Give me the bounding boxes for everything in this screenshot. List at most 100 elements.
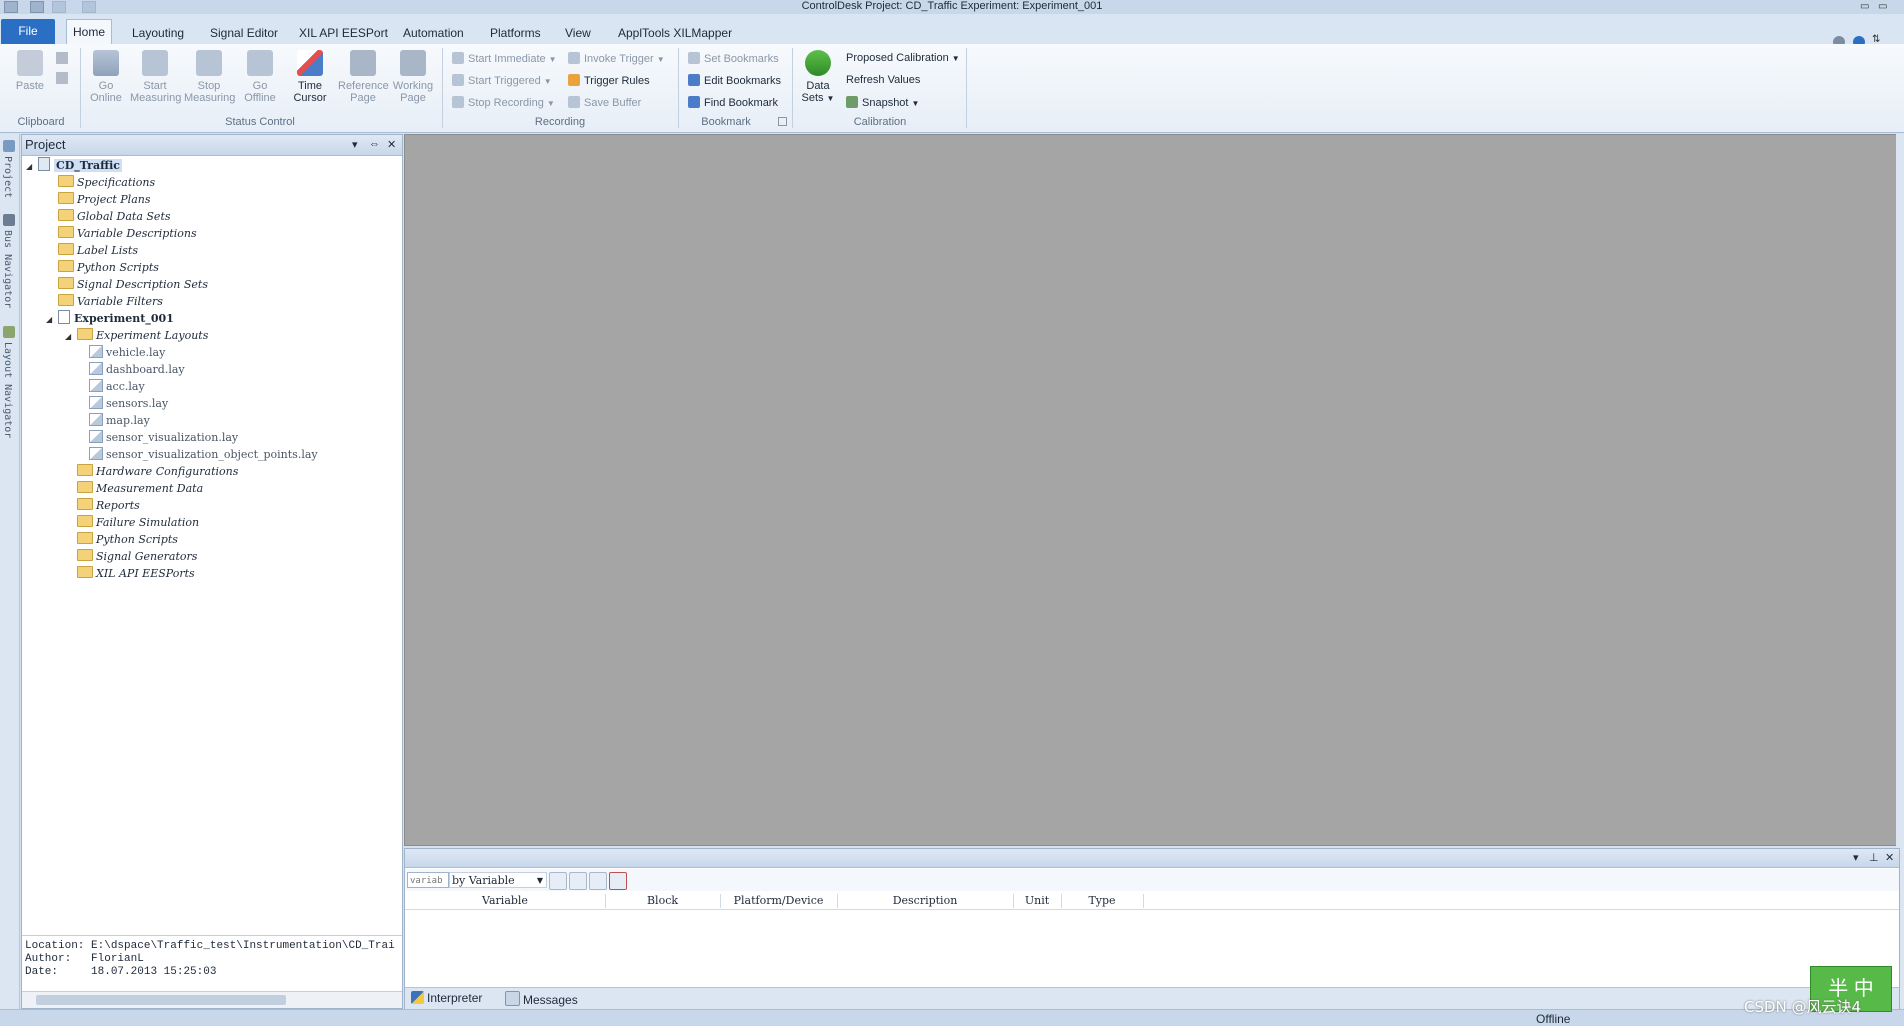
tree-item-folder[interactable]: Variable Descriptions	[22, 225, 402, 242]
folder-icon	[77, 481, 93, 493]
pin-icon[interactable]: ⊥	[1869, 851, 1879, 864]
tab-layouting[interactable]: Layouting	[126, 22, 190, 44]
data-sets-button[interactable]: Data Sets ▼	[798, 50, 838, 105]
tree-item-folder[interactable]: Reports	[22, 497, 402, 514]
time-cursor-button[interactable]: Time Cursor	[288, 50, 332, 104]
collapse-icon[interactable]: ◢	[65, 328, 73, 345]
tree-item-folder[interactable]: Global Data Sets	[22, 208, 402, 225]
tree-item-folder[interactable]: Signal Generators	[22, 548, 402, 565]
tree-root[interactable]: ◢ CD_Traffic	[22, 157, 402, 174]
tree-item-layout[interactable]: map.lay	[22, 412, 402, 429]
dropdown-icon[interactable]: ▾	[1853, 851, 1859, 864]
filter-mode-select[interactable]: by Variable ▼	[449, 872, 547, 888]
start-measuring-button[interactable]: Start Measuring	[130, 50, 181, 104]
maximize-icon[interactable]: ▭	[1878, 1, 1887, 12]
column-header[interactable]: Unit	[1013, 894, 1062, 908]
start-triggered-button[interactable]: Start Triggered ▼	[452, 74, 552, 87]
tree-item-folder[interactable]: Variable Filters	[22, 293, 402, 310]
tab-appltools-xilmapper[interactable]: ApplTools XILMapper	[612, 22, 738, 44]
go-offline-icon	[247, 50, 273, 76]
tree-item-layout[interactable]: sensor_visualization_object_points.lay	[22, 446, 402, 463]
refresh-values-button[interactable]: Refresh Values	[846, 74, 920, 86]
tab-interpreter[interactable]: Interpreter	[411, 991, 482, 1005]
collapse-icon[interactable]: ◢	[46, 311, 54, 328]
layout-workspace[interactable]	[404, 134, 1900, 846]
tree-item-folder[interactable]: Label Lists	[22, 242, 402, 259]
save-buffer-button[interactable]: Save Buffer	[568, 96, 641, 109]
tree-experiment[interactable]: ◢ Experiment_001	[22, 310, 402, 327]
cut-icon[interactable]	[56, 52, 68, 64]
copy-icon[interactable]	[56, 72, 68, 84]
scrollbar-thumb[interactable]	[36, 995, 286, 1005]
search-next-icon[interactable]	[569, 872, 587, 890]
column-header[interactable]: Block	[605, 894, 721, 908]
layout-navigator-icon	[3, 326, 15, 338]
column-header[interactable]: Platform/Device	[720, 894, 838, 908]
invoke-trigger-button[interactable]: Invoke Trigger ▼	[568, 52, 665, 65]
status-bar: Offline	[0, 1009, 1904, 1026]
column-header[interactable]: Variable	[405, 894, 606, 908]
variable-search-input[interactable]: variab	[407, 872, 449, 888]
date-row: Date: 18.07.2013 15:25:03	[25, 966, 217, 978]
tab-automation[interactable]: Automation	[397, 22, 470, 44]
experiment-children: Hardware Configurations Measurement Data R…	[22, 463, 402, 582]
filter-icon[interactable]	[589, 872, 607, 890]
dropdown-icon[interactable]: ▾	[352, 138, 358, 151]
collapse-icon[interactable]: ◢	[26, 158, 34, 175]
tree-experiment-layouts[interactable]: ◢ Experiment Layouts	[22, 327, 402, 344]
tree-item-folder[interactable]: Python Scripts	[22, 259, 402, 276]
tab-xil-api-eesport[interactable]: XIL API EESPort	[293, 22, 394, 44]
go-online-button[interactable]: Go Online	[84, 50, 128, 104]
tree-item-folder[interactable]: Measurement Data	[22, 480, 402, 497]
tree-item-layout[interactable]: acc.lay	[22, 378, 402, 395]
stop-measuring-button[interactable]: Stop Measuring	[184, 50, 235, 104]
working-page-icon	[400, 50, 426, 76]
tree-item-folder[interactable]: Specifications	[22, 174, 402, 191]
folder-icon	[77, 532, 93, 544]
find-bookmark-button[interactable]: Find Bookmark	[688, 96, 778, 109]
side-tab-project[interactable]: Project	[2, 156, 13, 198]
tab-messages[interactable]: Messages	[505, 991, 578, 1007]
snapshot-button[interactable]: Snapshot ▼	[846, 96, 919, 109]
column-header[interactable]: Description	[837, 894, 1014, 908]
go-offline-button[interactable]: Go Offline	[238, 50, 282, 104]
go-online-icon	[93, 50, 119, 76]
close-icon[interactable]: ✕	[1885, 851, 1894, 864]
side-tab-layout-navigator[interactable]: Layout Navigator	[2, 342, 13, 438]
working-page-button[interactable]: Working Page	[390, 50, 436, 104]
tree-item-folder[interactable]: Project Plans	[22, 191, 402, 208]
tab-home[interactable]: Home	[66, 19, 113, 45]
edit-bookmarks-button[interactable]: Edit Bookmarks	[688, 74, 781, 87]
side-tab-bus-navigator[interactable]: Bus Navigator	[2, 230, 13, 308]
tree-item-folder[interactable]: Hardware Configurations	[22, 463, 402, 480]
tab-file[interactable]: File	[1, 19, 55, 44]
reference-page-button[interactable]: Reference Page	[338, 50, 389, 104]
close-icon[interactable]: ✕	[387, 138, 396, 151]
stop-recording-button[interactable]: Stop Recording ▼	[452, 96, 555, 109]
tree-item-folder[interactable]: Signal Description Sets	[22, 276, 402, 293]
set-bookmarks-button[interactable]: Set Bookmarks	[688, 52, 779, 65]
tree-item-folder[interactable]: XIL API EESPorts	[22, 565, 402, 582]
tab-signal-editor[interactable]: Signal Editor	[204, 22, 284, 44]
column-header[interactable]: Type	[1061, 894, 1144, 908]
horizontal-scrollbar[interactable]	[22, 991, 402, 1008]
tree-item-folder[interactable]: Failure Simulation	[22, 514, 402, 531]
paste-button[interactable]: Paste	[10, 50, 50, 92]
separator	[678, 48, 679, 128]
search-icon[interactable]	[549, 872, 567, 890]
tree-item-folder[interactable]: Python Scripts	[22, 531, 402, 548]
minimize-icon[interactable]: ▭	[1860, 1, 1869, 12]
trigger-rules-button[interactable]: Trigger Rules	[568, 74, 650, 87]
tree-item-layout[interactable]: sensors.lay	[22, 395, 402, 412]
dialog-launcher-icon[interactable]	[778, 117, 787, 126]
tree-item-layout[interactable]: sensor_visualization.lay	[22, 429, 402, 446]
python-icon	[411, 991, 424, 1004]
tab-platforms[interactable]: Platforms	[484, 22, 547, 44]
clear-filter-icon[interactable]	[609, 872, 627, 890]
proposed-calibration-button[interactable]: Proposed Calibration ▼	[846, 52, 960, 64]
start-immediate-button[interactable]: Start Immediate ▼	[452, 52, 557, 65]
tree-item-layout[interactable]: dashboard.lay	[22, 361, 402, 378]
tree-item-layout[interactable]: vehicle.lay	[22, 344, 402, 361]
pin-icon[interactable]: ⇔	[369, 138, 380, 150]
tab-view[interactable]: View	[559, 22, 597, 44]
